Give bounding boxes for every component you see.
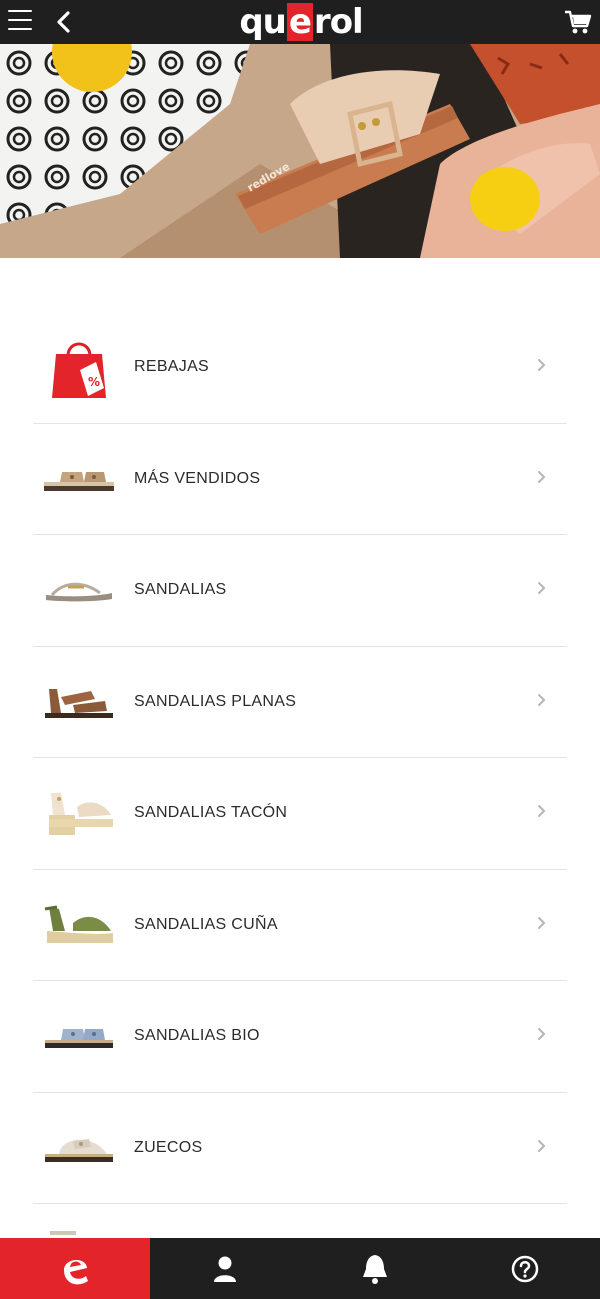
chevron-right-icon xyxy=(538,1028,546,1041)
heel-sandal-image xyxy=(41,783,117,843)
bottom-nav xyxy=(0,1238,600,1299)
category-label: SANDALIAS BIO xyxy=(134,1027,260,1045)
bio-sandal-image xyxy=(41,1006,117,1066)
category-label: SANDALIAS PLANAS xyxy=(134,692,297,710)
app-header: qu e rol xyxy=(0,0,600,44)
category-row-sandalias-tacon[interactable]: SANDALIAS TACÓN xyxy=(33,758,567,870)
category-label: SANDALIAS xyxy=(134,581,227,599)
chevron-right-icon xyxy=(538,805,546,818)
hero-banner[interactable]: redlove xyxy=(0,44,600,258)
help-icon xyxy=(511,1255,539,1282)
chevron-left-icon[interactable] xyxy=(54,10,74,34)
sandal-image xyxy=(41,560,117,620)
chevron-right-icon xyxy=(538,359,546,372)
sale-bag-icon: % xyxy=(41,337,117,399)
querol-logo[interactable]: qu e rol xyxy=(239,2,363,42)
category-row-sandalias-bio[interactable]: SANDALIAS BIO xyxy=(33,981,567,1093)
wedge-sandal-image xyxy=(41,895,117,955)
category-row-zuecos[interactable]: ZUECOS xyxy=(33,1093,567,1204)
hero-banner-image: redlove xyxy=(0,44,600,258)
partial-item-image xyxy=(50,1231,76,1235)
chevron-right-icon xyxy=(538,470,546,483)
hamburger-icon[interactable] xyxy=(8,10,34,32)
nav-notifications[interactable] xyxy=(300,1238,450,1299)
category-row-sandalias-cuna[interactable]: SANDALIAS CUÑA xyxy=(33,870,567,981)
category-label: SANDALIAS CUÑA xyxy=(134,915,278,933)
category-label: MÁS VENDIDOS xyxy=(134,469,261,487)
user-icon xyxy=(214,1256,236,1282)
category-label: SANDALIAS TACÓN xyxy=(134,804,288,822)
bell-icon xyxy=(363,1254,387,1284)
category-row-rebajas[interactable]: % REBAJAS xyxy=(33,312,567,424)
nav-account[interactable] xyxy=(150,1238,300,1299)
chevron-right-icon xyxy=(538,582,546,595)
category-row-sandalias-planas[interactable]: SANDALIAS PLANAS xyxy=(33,647,567,758)
category-label: REBAJAS xyxy=(134,358,210,376)
nav-help[interactable] xyxy=(450,1238,600,1299)
clog-image xyxy=(41,1118,117,1178)
category-list: % REBAJAS MÁS VENDIDOS SANDALIAS SANDALI… xyxy=(33,312,567,1204)
chevron-right-icon xyxy=(538,916,546,929)
category-row-sandalias[interactable]: SANDALIAS xyxy=(33,535,567,647)
chevron-right-icon xyxy=(538,693,546,706)
nav-home[interactable] xyxy=(0,1238,150,1299)
flat-sandal-image xyxy=(41,672,117,732)
chevron-right-icon xyxy=(538,1139,546,1152)
svg-text:%: % xyxy=(88,375,100,389)
category-row-mas-vendidos[interactable]: MÁS VENDIDOS xyxy=(33,424,567,535)
cart-icon[interactable] xyxy=(564,8,592,36)
querol-e-icon xyxy=(64,1259,88,1284)
bestseller-sandal-image xyxy=(41,449,117,509)
category-label: ZUECOS xyxy=(134,1138,203,1156)
